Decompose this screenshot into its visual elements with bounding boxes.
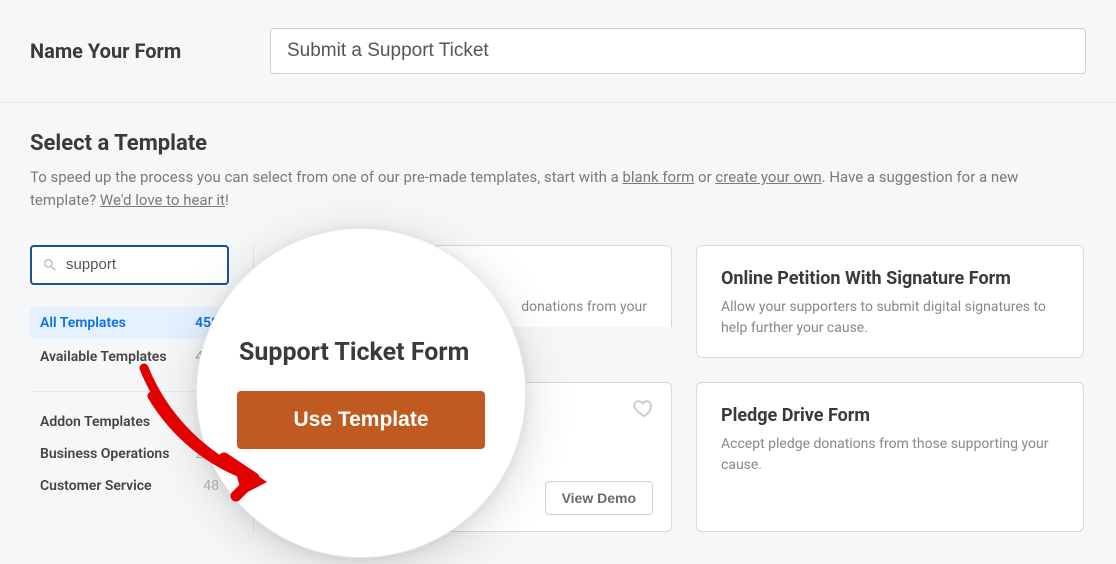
header-bar: Name Your Form (0, 0, 1116, 103)
blank-form-link[interactable]: blank form (622, 168, 694, 186)
card-title: Pledge Drive Form (721, 405, 1059, 426)
name-form-label: Name Your Form (30, 39, 270, 63)
favorite-icon[interactable] (633, 397, 655, 423)
section-description: To speed up the process you can select f… (30, 166, 1086, 213)
category-label: Business Operations (40, 446, 169, 462)
body: Select a Template To speed up the proces… (0, 103, 1116, 532)
section-title: Select a Template (30, 131, 1086, 156)
content-columns: All Templates 458 Available Templates 45… (30, 245, 1086, 532)
category-label: Customer Service (40, 478, 152, 494)
search-icon (42, 257, 58, 273)
filter-label: All Templates (40, 315, 126, 331)
card-desc: Accept pledge donations from those suppo… (721, 434, 1059, 476)
create-own-link[interactable]: create your own (715, 168, 821, 186)
filter-all-templates[interactable]: All Templates 458 (30, 307, 229, 339)
support-ticket-title: Support Ticket Form (233, 338, 489, 367)
suggest-link[interactable]: We'd love to hear it (100, 191, 225, 209)
template-card-petition[interactable]: Online Petition With Signature Form Allo… (696, 245, 1084, 358)
category-label: Addon Templates (40, 414, 150, 430)
card-title: Online Petition With Signature Form (721, 268, 1059, 289)
category-business-operations[interactable]: Business Operations 246 (30, 438, 229, 470)
category-count: 48 (203, 478, 219, 494)
search-wrap[interactable] (30, 245, 229, 285)
desc-text: To speed up the process you can select f… (30, 168, 622, 186)
template-card-pledge[interactable]: Pledge Drive Form Accept pledge donation… (696, 382, 1084, 532)
search-input[interactable] (66, 256, 265, 273)
view-demo-button[interactable]: View Demo (545, 481, 653, 515)
desc-text: ! (225, 191, 229, 209)
card-desc: Allow your supporters to submit digital … (721, 297, 1059, 339)
category-customer-service[interactable]: Customer Service 48 (30, 470, 229, 502)
magnifier-callout: Support Ticket Form Use Template (196, 228, 526, 558)
use-template-button[interactable]: Use Template (237, 391, 485, 449)
form-name-input[interactable] (270, 28, 1086, 74)
filter-label: Available Templates (40, 349, 167, 365)
desc-text: or (694, 168, 715, 186)
